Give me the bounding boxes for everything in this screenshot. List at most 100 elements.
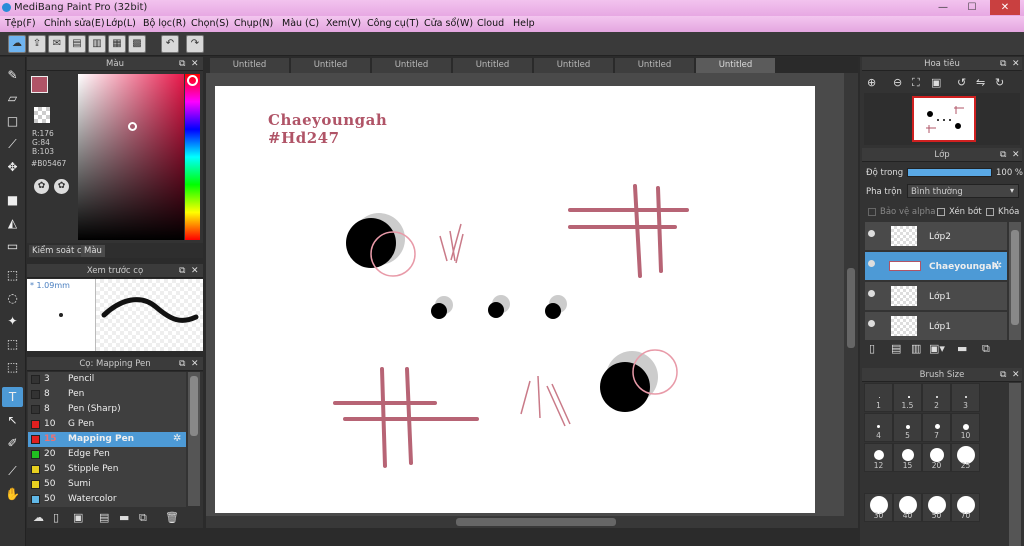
- maximize-button[interactable]: ☐: [960, 0, 984, 15]
- cloud-icon[interactable]: ☁: [8, 35, 26, 53]
- eyedropper-icon[interactable]: ⟋: [2, 461, 23, 481]
- pages-icon[interactable]: ▦: [108, 35, 126, 53]
- move-tool-icon[interactable]: ✥: [2, 157, 23, 177]
- brush-list-scrollbar[interactable]: [188, 372, 200, 506]
- brush-item[interactable]: 50 Sumi: [28, 477, 186, 492]
- add-brush-icon[interactable]: ▣: [73, 511, 83, 524]
- navigator-thumbnail[interactable]: [912, 96, 976, 142]
- canvas-horizontal-scrollbar[interactable]: [206, 516, 858, 528]
- navigator-view[interactable]: [864, 93, 1020, 145]
- tab-untitled[interactable]: Untitled: [615, 58, 695, 73]
- eye-icon[interactable]: [868, 260, 875, 267]
- tab-untitled-active[interactable]: Untitled: [696, 58, 776, 73]
- expand-icon[interactable]: ⧉: [179, 357, 185, 371]
- minimize-button[interactable]: —: [931, 0, 955, 15]
- line-tool-icon[interactable]: ⟋: [2, 134, 23, 154]
- close-panel-icon[interactable]: ✕: [1012, 57, 1020, 71]
- zoom-out-icon[interactable]: ⊖: [893, 76, 902, 89]
- layer-scrollbar[interactable]: [1009, 222, 1021, 340]
- shape-tool-icon[interactable]: □: [2, 111, 23, 131]
- menu-edit[interactable]: Chỉnh sửa(E): [44, 18, 105, 29]
- hand-tool-icon[interactable]: ✋: [2, 484, 23, 504]
- scrollbar-thumb[interactable]: [847, 268, 855, 348]
- zoom-in-icon[interactable]: ⊕: [867, 76, 876, 89]
- menu-layer[interactable]: Lớp(L): [106, 18, 136, 29]
- canvas-area[interactable]: Chaeyoungah #Hd247: [206, 73, 858, 518]
- brush-size-option[interactable]: 30: [864, 493, 893, 522]
- eye-icon[interactable]: [868, 290, 875, 297]
- drawing-canvas[interactable]: Chaeyoungah #Hd247: [215, 86, 815, 513]
- brush-size-scrollbar[interactable]: [1009, 383, 1021, 546]
- close-panel-icon[interactable]: ✕: [1012, 148, 1020, 162]
- brush-item[interactable]: 10 G Pen: [28, 417, 186, 432]
- menu-filter[interactable]: Bộ lọc(R): [143, 18, 186, 29]
- tab-untitled[interactable]: Untitled: [210, 58, 290, 73]
- menu-file[interactable]: Tệp(F): [5, 18, 36, 29]
- hue-cursor[interactable]: [187, 75, 198, 86]
- flip-icon[interactable]: ⇋: [976, 76, 985, 89]
- magic-wand-icon[interactable]: ✦: [2, 311, 23, 331]
- bucket-tool-icon[interactable]: ◭: [2, 213, 23, 233]
- menu-view[interactable]: Xem(V): [326, 18, 361, 29]
- select-rect-icon[interactable]: ⬚: [2, 265, 23, 285]
- brush-size-option[interactable]: 50: [922, 493, 951, 522]
- saturation-value-picker[interactable]: [78, 74, 184, 240]
- folder-icon[interactable]: ▬: [957, 342, 967, 355]
- menu-tools[interactable]: Công cụ(T): [367, 18, 419, 29]
- brush-size-option[interactable]: 4: [864, 413, 893, 442]
- blend-mode-select[interactable]: Bình thường ▾: [907, 184, 1019, 198]
- brush-item[interactable]: 3 Pencil: [28, 372, 186, 387]
- brush-size-option[interactable]: 3: [951, 383, 980, 412]
- transparent-swatch[interactable]: [34, 107, 50, 123]
- brush-size-option[interactable]: 10: [951, 413, 980, 442]
- brush-size-option[interactable]: 40: [893, 493, 922, 522]
- grid-icon[interactable]: ▩: [128, 35, 146, 53]
- expand-icon[interactable]: ⧉: [1000, 57, 1006, 71]
- duplicate-icon[interactable]: ⧉: [139, 511, 147, 525]
- document-icon[interactable]: ▤: [68, 35, 86, 53]
- gradient-tool-icon[interactable]: ▭: [2, 236, 23, 256]
- close-panel-icon[interactable]: ✕: [191, 57, 199, 71]
- close-panel-icon[interactable]: ✕: [191, 264, 199, 278]
- rotate-right-icon[interactable]: ↻: [995, 76, 1004, 89]
- tab-untitled[interactable]: Untitled: [372, 58, 452, 73]
- brush-size-option[interactable]: 12: [864, 443, 893, 472]
- eye-icon[interactable]: [868, 320, 875, 327]
- new-layer-8bit-icon[interactable]: ▤: [891, 342, 901, 355]
- eye-icon[interactable]: [868, 230, 875, 237]
- layer-item-selected[interactable]: Chaeyoungah ✲: [865, 252, 1007, 281]
- gear-icon[interactable]: ✲: [993, 259, 1002, 272]
- share-icon[interactable]: ⇪: [28, 35, 46, 53]
- brush-size-option[interactable]: 20: [922, 443, 951, 472]
- brush-item[interactable]: 20 Edge Pen: [28, 447, 186, 462]
- layer-item[interactable]: Lớp1: [865, 282, 1007, 311]
- actual-size-icon[interactable]: ▣: [931, 76, 941, 89]
- scrollbar-thumb[interactable]: [456, 518, 616, 526]
- eraser-tool-icon[interactable]: ▱: [2, 88, 23, 108]
- new-layer-1bit-icon[interactable]: ▥: [911, 342, 921, 355]
- menu-select[interactable]: Chọn(S): [191, 18, 229, 29]
- lasso-icon[interactable]: ◌: [2, 288, 23, 308]
- protect-alpha-checkbox[interactable]: [868, 208, 876, 216]
- tab-untitled[interactable]: Untitled: [453, 58, 533, 73]
- brush-size-option[interactable]: 5: [893, 413, 922, 442]
- operation-tool-icon[interactable]: ↖: [2, 410, 23, 430]
- expand-icon[interactable]: ⧉: [1000, 148, 1006, 162]
- gear-icon[interactable]: ✲: [173, 433, 181, 444]
- tab-color[interactable]: Màu: [81, 245, 105, 257]
- new-brush-icon[interactable]: ▯: [53, 511, 59, 524]
- palette-icon[interactable]: ✿: [34, 179, 49, 194]
- folder-icon[interactable]: ▬: [119, 511, 129, 524]
- brush-size-option[interactable]: 2: [922, 383, 951, 412]
- pen-dropper-icon[interactable]: ✐: [2, 433, 23, 453]
- scrollbar-thumb[interactable]: [190, 376, 198, 436]
- select-pen-icon[interactable]: ⬚: [2, 334, 23, 354]
- layer-item[interactable]: Lớp1: [865, 312, 1007, 341]
- add-layer-dropdown-icon[interactable]: ▣▾: [929, 342, 945, 355]
- brush-size-option[interactable]: 1.5: [893, 383, 922, 412]
- expand-icon[interactable]: ⧉: [179, 57, 185, 71]
- color-picker-icon[interactable]: ✿: [54, 179, 69, 194]
- menu-capture[interactable]: Chụp(N): [234, 18, 273, 29]
- foreground-color-swatch[interactable]: [31, 76, 48, 93]
- text-tool-icon[interactable]: T: [2, 387, 23, 407]
